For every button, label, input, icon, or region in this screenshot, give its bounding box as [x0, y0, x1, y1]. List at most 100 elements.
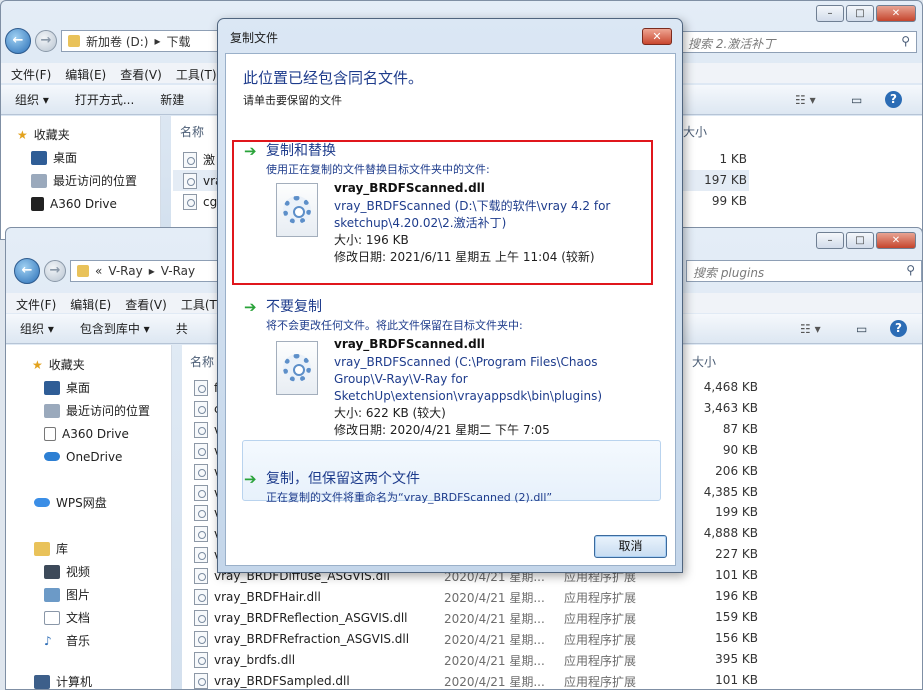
dll-file-icon: [194, 463, 208, 480]
skip-option-title[interactable]: 不要复制: [266, 296, 322, 316]
dll-file-icon: [276, 341, 318, 395]
file-date: 2020/4/21 星期...: [444, 591, 545, 605]
preview-pane-icon[interactable]: ▭: [851, 93, 862, 107]
menu-tools[interactable]: 工具(T): [176, 66, 217, 82]
file-size: 227 KB: [715, 547, 758, 561]
back-arrow-icon[interactable]: ←: [14, 258, 40, 284]
nav-onedrive[interactable]: OneDrive: [6, 445, 171, 468]
column-size-header[interactable]: 大小: [692, 353, 716, 370]
new-folder-button[interactable]: 新建: [160, 91, 184, 108]
menu-tools[interactable]: 工具(T): [181, 296, 222, 312]
nav-wps[interactable]: WPS网盘: [6, 491, 171, 514]
file-size: 4,385 KB: [703, 485, 758, 499]
target-file-modified: 修改日期: 2020/4/21 星期二 下午 7:05: [334, 423, 550, 437]
cancel-button[interactable]: 取消: [594, 535, 667, 558]
close-icon[interactable]: ✕: [876, 232, 916, 249]
help-icon[interactable]: ?: [885, 91, 902, 108]
front-search-input[interactable]: 搜索 plugins ⚲: [686, 260, 922, 282]
cloud-icon: [44, 452, 60, 461]
nav-music[interactable]: ♪ 音乐: [6, 629, 171, 652]
open-with-button[interactable]: 打开方式...: [75, 91, 134, 108]
menu-file[interactable]: 文件(F): [16, 296, 56, 312]
menu-view[interactable]: 查看(V): [120, 66, 162, 82]
nav-video[interactable]: 视频: [6, 560, 171, 583]
star-icon: ★: [32, 357, 43, 372]
address-segment[interactable]: V-Ray: [108, 264, 142, 278]
nav-favorites[interactable]: ★ 收藏夹: [6, 353, 171, 376]
column-name-header[interactable]: 名称: [180, 123, 204, 140]
address-segment[interactable]: V-Ray: [161, 264, 195, 278]
file-row[interactable]: 激: [183, 149, 215, 170]
nav-computer[interactable]: 计算机: [6, 670, 171, 689]
nav-desktop[interactable]: 桌面: [1, 146, 160, 169]
maximize-icon[interactable]: □: [846, 5, 874, 22]
minimize-icon[interactable]: –: [816, 232, 844, 249]
organize-button[interactable]: 组织 ▾: [15, 91, 49, 108]
address-folder[interactable]: 下载: [167, 33, 191, 50]
replace-option-desc: 使用正在复制的文件替换目标文件夹中的文件:: [266, 163, 490, 176]
close-icon[interactable]: ✕: [876, 5, 916, 22]
nav-documents[interactable]: 文档: [6, 606, 171, 629]
nav-pictures[interactable]: 图片: [6, 583, 171, 606]
conflict-subheading: 请单击要保留的文件: [243, 94, 342, 107]
nav-library[interactable]: 库: [6, 537, 171, 560]
column-size-header[interactable]: 大小: [683, 123, 707, 140]
dll-file-icon: [194, 651, 208, 668]
green-arrow-icon: ➔: [244, 142, 257, 160]
nav-a360[interactable]: A360 Drive: [1, 192, 160, 215]
replace-option[interactable]: ➔ 复制和替换 使用正在复制的文件替换目标文件夹中的文件: vray_BRDFS…: [240, 140, 661, 285]
maximize-icon[interactable]: □: [846, 232, 874, 249]
dialog-close-icon[interactable]: ✕: [642, 28, 672, 45]
file-size: 87 KB: [722, 422, 758, 436]
nav-favorites[interactable]: ★ 收藏夹: [1, 123, 160, 146]
file-row[interactable]: vray_BRDFReflection_ASGVIS.dll: [194, 607, 408, 628]
menu-edit[interactable]: 编辑(E): [65, 66, 106, 82]
forward-arrow-icon[interactable]: →: [35, 30, 57, 52]
forward-arrow-icon[interactable]: →: [44, 260, 66, 282]
menu-file[interactable]: 文件(F): [11, 66, 51, 82]
menu-view[interactable]: 查看(V): [125, 296, 167, 312]
file-name: vray_BRDFRefraction_ASGVIS.dll: [214, 631, 410, 646]
computer-icon: [34, 674, 50, 689]
folder-icon: [68, 35, 80, 47]
include-in-library-button[interactable]: 包含到库中 ▾: [80, 320, 150, 337]
dll-file-icon: [194, 588, 208, 605]
share-button[interactable]: 共: [176, 320, 188, 337]
organize-button[interactable]: 组织 ▾: [20, 320, 54, 337]
file-row[interactable]: vray_BRDFSampled.dll: [194, 670, 350, 689]
pictures-icon: [44, 587, 60, 602]
keep-both-option-content[interactable]: ➔ 复制，但保留这两个文件 正在复制的文件将重命名为“vray_BRDFScan…: [240, 468, 661, 508]
nav-desktop[interactable]: 桌面: [6, 376, 171, 399]
dll-file-icon: [194, 546, 208, 563]
view-options-icon[interactable]: ☷ ▾: [795, 93, 816, 107]
minimize-icon[interactable]: –: [816, 5, 844, 22]
menu-edit[interactable]: 编辑(E): [70, 296, 111, 312]
view-options-icon[interactable]: ☷ ▾: [800, 322, 821, 336]
skip-option[interactable]: ➔ 不要复制 将不会更改任何文件。将此文件保留在目标文件夹中: vray_BRD…: [240, 296, 661, 437]
help-icon[interactable]: ?: [890, 320, 907, 337]
column-name-header[interactable]: 名称: [190, 353, 214, 370]
address-drive[interactable]: 新加卷 (D:): [86, 33, 148, 50]
nav-a360[interactable]: A360 Drive: [6, 422, 171, 445]
dll-file-icon: [194, 672, 208, 689]
dll-file-icon: [194, 379, 208, 396]
front-nav-pane: ★ 收藏夹 桌面 最近访问的位置 A360 Drive OneDrive WPS网…: [6, 345, 172, 689]
back-search-input[interactable]: 搜索 2.激活补丁 ⚲: [681, 31, 917, 53]
dll-file-icon: [183, 172, 197, 189]
back-arrow-icon[interactable]: ←: [5, 28, 31, 54]
file-date: 2020/4/21 星期...: [444, 612, 545, 626]
file-row[interactable]: vray_BRDFRefraction_ASGVIS.dll: [194, 628, 409, 649]
file-row[interactable]: vray_brdfs.dll: [194, 649, 295, 670]
preview-pane-icon[interactable]: ▭: [856, 322, 867, 336]
nav-recent[interactable]: 最近访问的位置: [1, 169, 160, 192]
keep-both-option-desc: 正在复制的文件将重命名为“vray_BRDFScanned (2).dll”: [266, 491, 553, 504]
replace-option-title[interactable]: 复制和替换: [266, 140, 336, 160]
dll-file-icon: [276, 183, 318, 237]
file-row[interactable]: vray_BRDFHair.dll: [194, 586, 321, 607]
dll-file-icon: [194, 484, 208, 501]
folder-icon: [77, 265, 89, 277]
dll-file-icon: [194, 567, 208, 584]
copy-file-dialog: 复制文件 ✕ 此位置已经包含同名文件。 请单击要保留的文件 ➔ 复制和替换 使用…: [217, 18, 683, 573]
keep-both-option-title[interactable]: 复制，但保留这两个文件: [266, 468, 420, 488]
nav-recent[interactable]: 最近访问的位置: [6, 399, 171, 422]
